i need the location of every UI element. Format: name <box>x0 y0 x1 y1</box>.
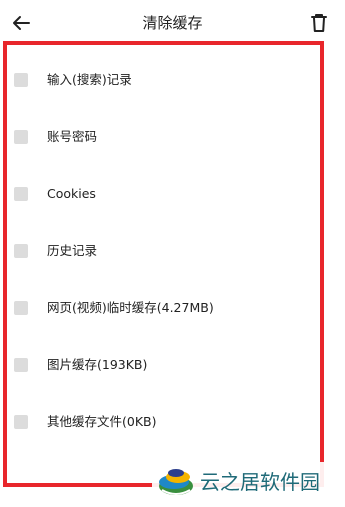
option-cookies[interactable]: Cookies <box>7 159 320 216</box>
option-input-history[interactable]: 输入(搜索)记录 <box>7 45 320 102</box>
checkbox[interactable] <box>14 187 28 201</box>
option-passwords[interactable]: 账号密码 <box>7 102 320 159</box>
option-label: 输入(搜索)记录 <box>47 72 132 87</box>
site-logo-icon <box>159 469 193 495</box>
cache-option-list: 输入(搜索)记录 账号密码 Cookies 历史记录 网页(视频)临时缓存(4.… <box>7 45 320 444</box>
checkbox[interactable] <box>14 73 28 87</box>
top-bar: 清除缓存 <box>0 0 345 44</box>
checkbox[interactable] <box>14 358 28 372</box>
option-web-video-cache[interactable]: 网页(视频)临时缓存(4.27MB) <box>7 273 320 330</box>
option-label: 其他缓存文件(0KB) <box>47 414 157 429</box>
option-label: 账号密码 <box>47 129 98 144</box>
page-title: 清除缓存 <box>142 14 203 32</box>
option-other-cache[interactable]: 其他缓存文件(0KB) <box>7 387 320 444</box>
watermark-text: 云之居软件园 <box>200 470 320 494</box>
option-label: Cookies <box>47 186 96 201</box>
clear-options-panel: 输入(搜索)记录 账号密码 Cookies 历史记录 网页(视频)临时缓存(4.… <box>3 41 324 487</box>
checkbox[interactable] <box>14 415 28 429</box>
option-label: 网页(视频)临时缓存(4.27MB) <box>47 300 214 315</box>
checkbox[interactable] <box>14 301 28 315</box>
option-image-cache[interactable]: 图片缓存(193KB) <box>7 330 320 387</box>
site-watermark: 云之居软件园 <box>152 462 342 502</box>
checkbox[interactable] <box>14 244 28 258</box>
option-label: 历史记录 <box>47 243 98 258</box>
delete-button[interactable] <box>309 12 329 34</box>
trash-icon <box>311 14 327 32</box>
checkbox[interactable] <box>14 130 28 144</box>
option-browsing-history[interactable]: 历史记录 <box>7 216 320 273</box>
option-label: 图片缓存(193KB) <box>47 357 148 372</box>
